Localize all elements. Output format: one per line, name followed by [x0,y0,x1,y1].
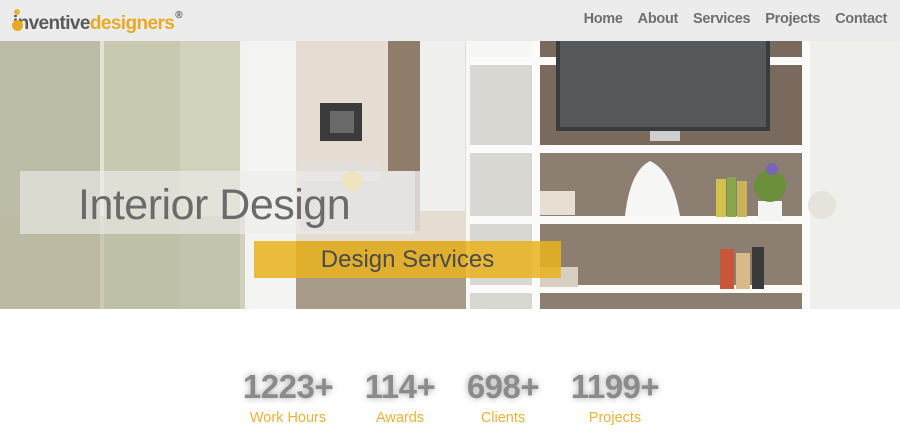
logo-text-part2: designers [89,13,175,34]
stat-awards: 114+ Awards [360,368,440,426]
stat-label: Work Hours [249,410,327,426]
logo-text-part1: inventive [12,13,91,34]
stat-value: 114+ [364,368,436,405]
stat-value: 1223+ [242,368,334,405]
hero-title: Interior Design [78,181,351,229]
main-nav: Home About Services Projects Contact [584,11,888,27]
nav-projects[interactable]: Projects [765,11,820,27]
stats-section: 1223+ Work Hours 114+ Awards 698+ Client… [0,368,900,440]
stat-label: Awards [375,410,425,426]
nav-home[interactable]: Home [584,11,623,27]
nav-about[interactable]: About [638,11,679,27]
stat-value: 698+ [466,368,540,405]
stat-value: 1199+ [570,368,660,405]
site-header: inventivedesigners® Home About Services … [0,0,900,41]
stat-work-hours: 1223+ Work Hours [240,368,336,426]
logo-text: inventivedesigners® [12,10,183,35]
logo-mark-icon [12,8,23,34]
stat-clients: 698+ Clients [462,368,544,426]
logo[interactable]: inventivedesigners® [12,6,183,36]
hero-subtitle: Design Services [320,246,495,273]
stat-projects: 1199+ Projects [566,368,664,426]
nav-services[interactable]: Services [693,11,751,27]
nav-contact[interactable]: Contact [835,11,887,27]
registered-mark: ® [175,10,182,21]
stat-label: Clients [480,410,526,426]
hero-banner: Interior Design Design Services [0,41,900,309]
stat-label: Projects [588,410,642,426]
